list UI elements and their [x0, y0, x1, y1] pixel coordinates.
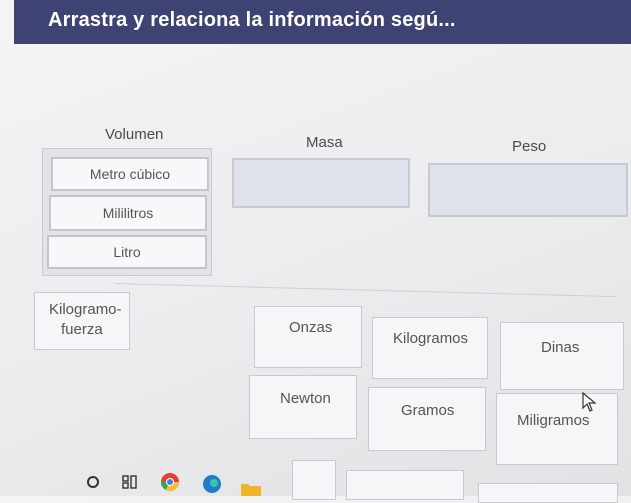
card-newton[interactable]: Newton [249, 375, 357, 439]
card-label: Litro [113, 244, 141, 260]
card-kilogramos[interactable]: Kilogramos [372, 317, 488, 379]
card-label-line1: Kilogramo- [49, 301, 122, 318]
column-label-peso: Peso [512, 138, 547, 155]
card-label: Dinas [541, 339, 580, 356]
activity-title: Arrastra y relaciona la información segú… [48, 9, 456, 31]
card-gramos[interactable]: Gramos [368, 387, 486, 451]
card-label-line2: fuerza [61, 321, 103, 338]
placed-card-mililitros[interactable]: Mililitros [49, 195, 207, 231]
drop-zone-volumen[interactable]: Metro cúbico Mililitros Litro [42, 148, 212, 276]
card-kilogramo-fuerza[interactable]: Kilogramo- fuerza [34, 292, 130, 350]
placed-card-metro-cubico[interactable]: Metro cúbico [51, 157, 209, 191]
card-label: Onzas [289, 319, 333, 336]
search-circle-icon[interactable] [86, 475, 100, 494]
drop-zone-peso[interactable] [428, 163, 628, 217]
chrome-icon[interactable] [160, 472, 180, 497]
card-label: Mililitros [102, 205, 154, 221]
card-dinas[interactable]: Dinas [500, 322, 624, 390]
placed-card-litro[interactable]: Litro [47, 235, 207, 269]
taskbar [0, 458, 631, 496]
edge-icon[interactable] [202, 474, 222, 499]
column-label-volumen: Volumen [105, 126, 164, 143]
divider [114, 283, 615, 298]
card-label: Kilogramos [393, 330, 469, 347]
folder-icon[interactable] [240, 480, 262, 501]
card-miligramos[interactable]: Miligramos [496, 393, 618, 465]
card-label: Newton [280, 390, 331, 407]
card-label: Gramos [401, 402, 455, 419]
drop-zone-masa[interactable] [232, 158, 410, 208]
column-label-masa: Masa [306, 134, 343, 151]
task-view-icon[interactable] [122, 474, 138, 495]
card-onzas[interactable]: Onzas [254, 306, 362, 368]
card-label: Metro cúbico [89, 166, 171, 182]
card-label: Miligramos [517, 412, 590, 429]
activity-header: Arrastra y relaciona la información segú… [14, 0, 631, 44]
mouse-pointer-icon [582, 391, 598, 417]
